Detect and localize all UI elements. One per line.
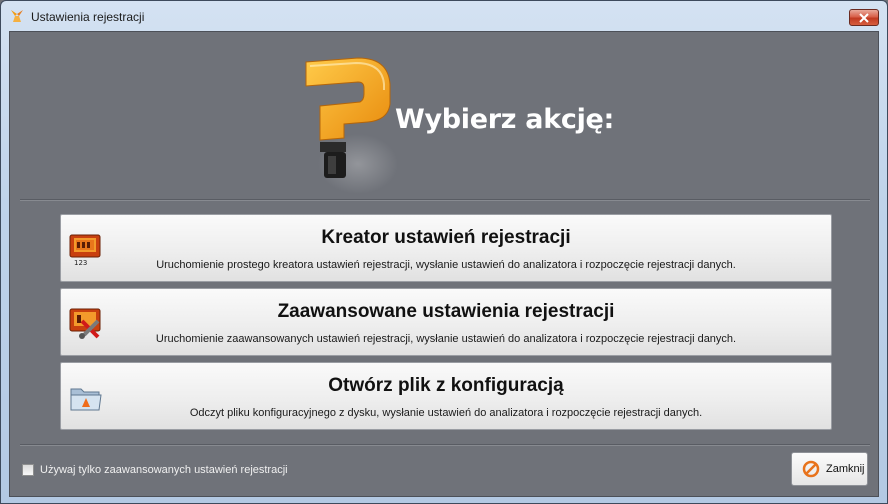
advanced-only-option: Używaj tylko zaawansowanych ustawień rej… [22, 464, 288, 476]
wizard-action-title: Kreator ustawień rejestracji [321, 227, 571, 248]
registration-logo-icon [305, 57, 398, 194]
dialog-body: Wybierz akcję: 123 Kreator ustawień reje… [9, 31, 879, 497]
open-config-action-description: Odczyt pliku konfiguracyjnego z dysku, w… [189, 407, 703, 419]
close-dialog-button[interactable]: Zamknij [791, 452, 868, 486]
dialog-window: Ustawienia rejestracji Wybierz akcję: 12… [0, 0, 888, 504]
app-icon [11, 10, 23, 22]
open-config-action-title: Otwórz plik z konfiguracją [328, 375, 564, 396]
window-title: Ustawienia rejestracji [31, 10, 145, 24]
title-bar[interactable]: Ustawienia rejestracji [1, 1, 887, 31]
advanced-only-checkbox-label[interactable]: Używaj tylko zaawansowanych ustawień rej… [40, 464, 288, 476]
close-dialog-label: Zamknij [826, 463, 865, 475]
close-icon [859, 12, 869, 23]
advanced-settings-action-description: Uruchomienie zaawansowanych ustawień rej… [155, 333, 737, 345]
advanced-settings-action-title: Zaawansowane ustawienia rejestracji [277, 301, 615, 322]
bottom-divider [20, 444, 870, 446]
cancel-icon [802, 460, 820, 478]
wizard-action-button[interactable]: 123 Kreator ustawień rejestracji Uruchom… [60, 214, 832, 282]
window-close-button[interactable] [849, 9, 879, 26]
top-divider [20, 199, 870, 201]
wizard-action-description: Uruchomienie prostego kreatora ustawień … [156, 259, 736, 271]
advanced-settings-action-button[interactable]: Zaawansowane ustawienia rejestracji Uruc… [60, 288, 832, 356]
advanced-only-checkbox[interactable] [22, 464, 34, 476]
page-title: Wybierz akcję: [395, 104, 615, 135]
open-config-action-button[interactable]: Otwórz plik z konfiguracją Odczyt pliku … [60, 362, 832, 430]
